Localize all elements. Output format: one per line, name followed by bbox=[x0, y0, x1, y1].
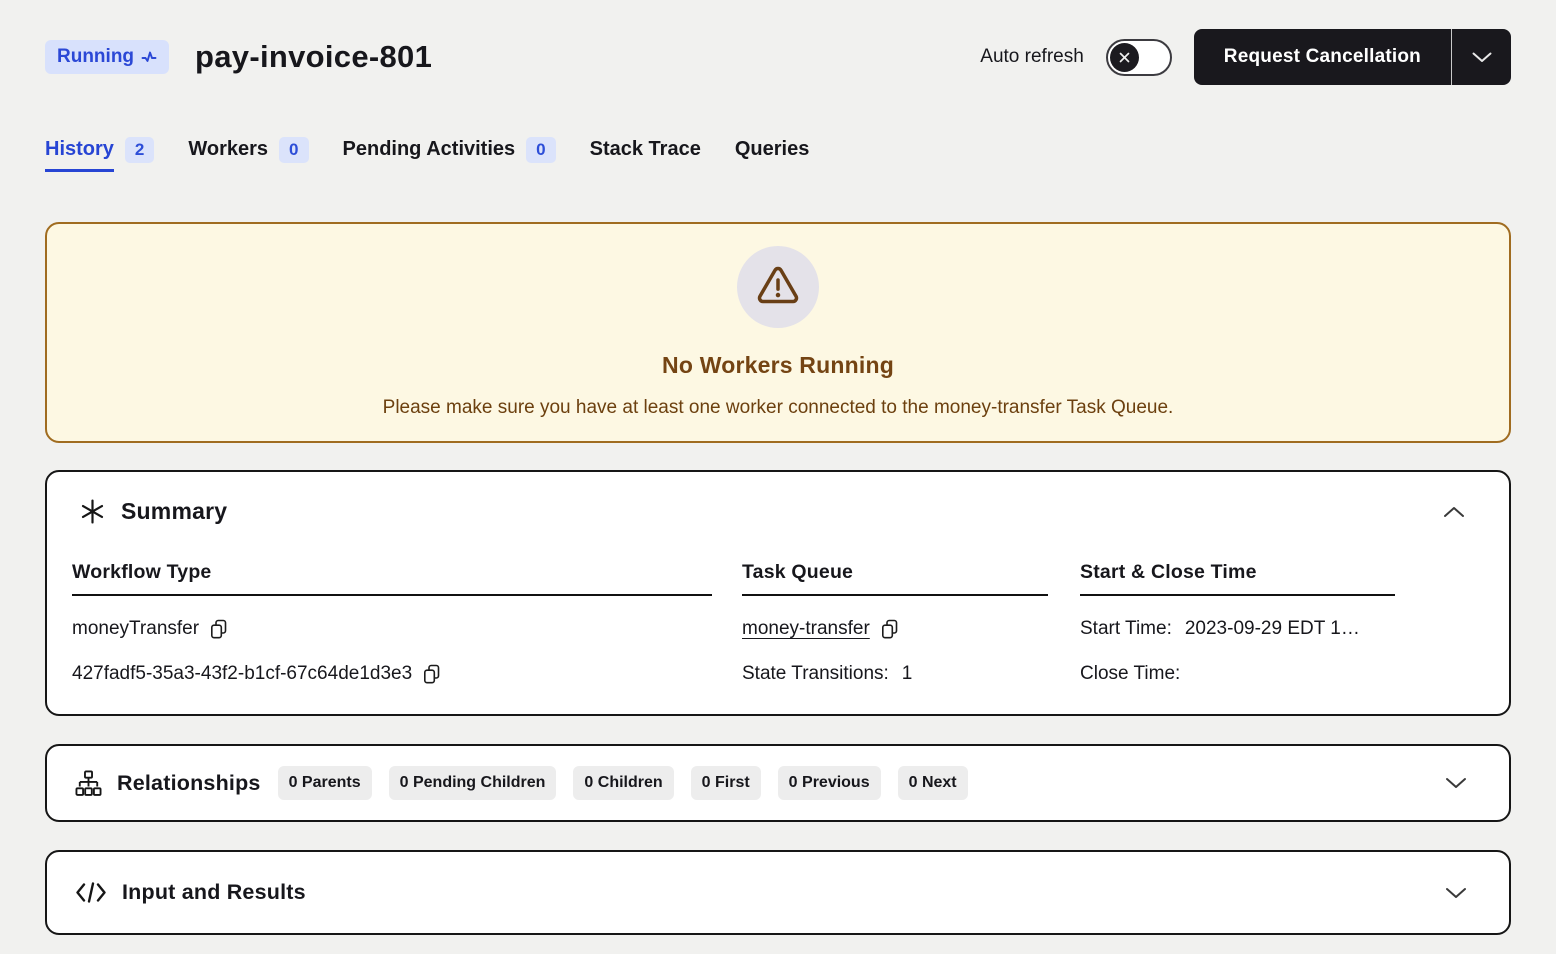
tab-stack-trace[interactable]: Stack Trace bbox=[590, 138, 701, 169]
relationships-badges: 0 Parents 0 Pending Children 0 Children … bbox=[278, 766, 968, 800]
auto-refresh-label: Auto refresh bbox=[980, 46, 1084, 68]
status-badge: Running bbox=[45, 40, 169, 74]
first-count-badge: 0 First bbox=[691, 766, 761, 800]
tab-pending-activities-count-badge: 0 bbox=[526, 137, 555, 163]
warning-triangle-icon bbox=[755, 266, 801, 308]
tab-bar: History 2 Workers 0 Pending Activities 0… bbox=[45, 138, 1511, 172]
summary-card-header: Summary bbox=[72, 498, 1479, 525]
summary-collapse-chevron-up-icon[interactable] bbox=[1443, 506, 1465, 518]
banner-title: No Workers Running bbox=[662, 352, 894, 379]
task-queue-column: Task Queue money-transfer State Transiti… bbox=[742, 561, 1048, 686]
start-close-time-column: Start & Close Time Start Time: 2023-09-2… bbox=[1080, 561, 1395, 686]
request-cancellation-button[interactable]: Request Cancellation bbox=[1194, 29, 1451, 85]
tab-workers-label: Workers bbox=[188, 138, 268, 169]
tab-workers-count-badge: 0 bbox=[279, 137, 308, 163]
copy-icon[interactable] bbox=[210, 619, 229, 640]
start-time-label: Start Time: bbox=[1080, 618, 1172, 640]
tab-pending-activities[interactable]: Pending Activities 0 bbox=[343, 138, 556, 169]
input-and-results-title: Input and Results bbox=[122, 880, 306, 905]
workflow-type-column: Workflow Type moneyTransfer 427fadf5-35a… bbox=[72, 561, 712, 686]
relationships-expand-chevron-down-icon[interactable] bbox=[1445, 777, 1467, 789]
page-header: Running pay-invoice-801 Auto refresh Req… bbox=[45, 28, 1511, 86]
workflow-type-value: moneyTransfer bbox=[72, 618, 199, 640]
state-transitions-label: State Transitions: bbox=[742, 663, 889, 685]
run-id-value: 427fadf5-35a3-43f2-b1cf-67c64de1d3e3 bbox=[72, 663, 412, 685]
copy-icon[interactable] bbox=[423, 664, 442, 685]
parents-count-badge: 0 Parents bbox=[278, 766, 372, 800]
warning-icon-circle bbox=[737, 246, 819, 328]
relationships-card[interactable]: Relationships 0 Parents 0 Pending Childr… bbox=[45, 744, 1511, 822]
request-cancellation-split-button: Request Cancellation bbox=[1194, 29, 1511, 85]
tab-queries[interactable]: Queries bbox=[735, 138, 809, 169]
workflow-detail-page: Running pay-invoice-801 Auto refresh Req… bbox=[0, 0, 1556, 935]
relationships-title: Relationships bbox=[117, 771, 261, 796]
pending-children-count-badge: 0 Pending Children bbox=[389, 766, 557, 800]
copy-icon[interactable] bbox=[881, 619, 900, 640]
state-transitions-value: 1 bbox=[902, 663, 913, 685]
close-time-label: Close Time: bbox=[1080, 663, 1180, 685]
summary-card: Summary Workflow Type moneyTransfer bbox=[45, 470, 1511, 716]
banner-message: Please make sure you have at least one w… bbox=[383, 397, 1174, 419]
header-actions: Auto refresh Request Cancellation bbox=[980, 29, 1511, 85]
start-time-value: 2023-09-29 EDT 1… bbox=[1185, 618, 1360, 640]
hierarchy-icon bbox=[75, 770, 102, 797]
workflow-type-header: Workflow Type bbox=[72, 561, 712, 596]
previous-count-badge: 0 Previous bbox=[778, 766, 881, 800]
no-workers-warning-banner: No Workers Running Please make sure you … bbox=[45, 222, 1511, 443]
tab-history[interactable]: History 2 bbox=[45, 138, 154, 172]
tab-stack-trace-label: Stack Trace bbox=[590, 138, 701, 169]
summary-columns: Workflow Type moneyTransfer 427fadf5-35a… bbox=[72, 561, 1479, 686]
status-badge-label: Running bbox=[57, 46, 134, 68]
task-queue-link[interactable]: money-transfer bbox=[742, 618, 870, 640]
asterisk-icon bbox=[80, 499, 105, 524]
tab-queries-label: Queries bbox=[735, 138, 809, 169]
code-icon bbox=[75, 881, 107, 904]
summary-card-title: Summary bbox=[121, 498, 227, 525]
tab-history-label: History bbox=[45, 138, 114, 172]
tab-history-count-badge: 2 bbox=[125, 137, 154, 163]
next-count-badge: 0 Next bbox=[898, 766, 968, 800]
tab-pending-activities-label: Pending Activities bbox=[343, 138, 516, 169]
tab-workers[interactable]: Workers 0 bbox=[188, 138, 308, 169]
toggle-x-circle-icon bbox=[1110, 43, 1139, 72]
input-results-expand-chevron-down-icon[interactable] bbox=[1445, 887, 1467, 899]
page-title: pay-invoice-801 bbox=[195, 39, 432, 75]
auto-refresh-toggle[interactable] bbox=[1106, 39, 1172, 76]
task-queue-header: Task Queue bbox=[742, 561, 1048, 596]
children-count-badge: 0 Children bbox=[573, 766, 673, 800]
start-close-time-header: Start & Close Time bbox=[1080, 561, 1395, 596]
cancellation-menu-button[interactable] bbox=[1452, 29, 1511, 85]
pulse-icon bbox=[141, 50, 157, 64]
chevron-down-icon bbox=[1472, 52, 1492, 63]
input-and-results-card[interactable]: Input and Results bbox=[45, 850, 1511, 935]
